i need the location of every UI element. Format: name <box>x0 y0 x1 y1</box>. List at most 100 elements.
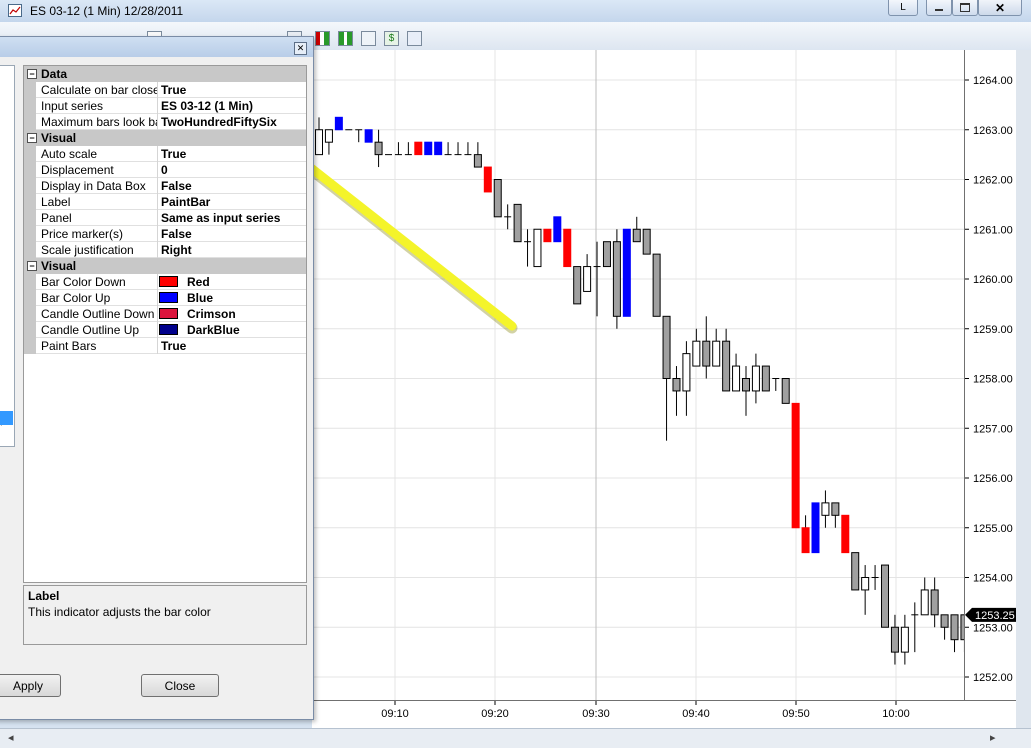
candle[interactable] <box>464 142 472 156</box>
candle[interactable] <box>801 515 810 554</box>
bar-style-icon[interactable] <box>338 31 353 46</box>
candle[interactable] <box>504 204 512 230</box>
candle[interactable] <box>751 353 760 404</box>
property-value[interactable]: Red <box>187 275 210 289</box>
candle[interactable] <box>920 577 929 616</box>
link-button[interactable]: L <box>888 0 918 16</box>
price-chart[interactable] <box>192 50 1008 700</box>
property-row[interactable]: Bar Color Down Red <box>24 274 306 290</box>
candle[interactable] <box>722 328 731 392</box>
candle[interactable] <box>890 614 899 665</box>
color-swatch[interactable] <box>159 324 178 335</box>
property-row[interactable]: Input series ES 03-12 (1 Min) <box>24 98 306 114</box>
candle[interactable] <box>741 366 750 416</box>
candle-style-icon[interactable] <box>315 31 330 46</box>
indicator-list[interactable]: ▾ <box>0 65 15 447</box>
candlestick-chart[interactable] <box>192 50 1008 700</box>
candle[interactable] <box>682 341 691 416</box>
candle[interactable] <box>573 266 582 305</box>
scroll-left-icon[interactable]: ◂ <box>8 731 14 744</box>
candle[interactable] <box>612 229 621 329</box>
candle[interactable] <box>483 166 492 193</box>
property-value[interactable]: Crimson <box>187 307 236 321</box>
candle[interactable] <box>424 141 433 156</box>
candle[interactable] <box>861 565 870 615</box>
candle[interactable] <box>672 366 681 416</box>
property-value[interactable]: DarkBlue <box>187 323 240 337</box>
candle[interactable] <box>772 378 780 391</box>
strategies-icon[interactable]: $ <box>384 31 399 46</box>
candle[interactable] <box>851 552 860 591</box>
candle[interactable] <box>821 490 830 528</box>
candle[interactable] <box>900 614 909 665</box>
maximize-button[interactable] <box>952 0 978 16</box>
candle[interactable] <box>414 141 423 156</box>
horizontal-scrollbar[interactable]: ◂ ▸ <box>0 728 1031 748</box>
selected-indicator[interactable] <box>0 411 13 425</box>
property-value[interactable]: True <box>161 339 186 353</box>
candle[interactable] <box>553 216 562 243</box>
property-value[interactable]: TwoHundredFiftySix <box>161 115 277 129</box>
candle[interactable] <box>334 116 343 131</box>
property-value[interactable]: True <box>161 83 186 97</box>
property-row[interactable]: Candle Outline Down Crimson <box>24 306 306 322</box>
property-value[interactable]: Blue <box>187 291 213 305</box>
candle[interactable] <box>632 216 641 243</box>
candle[interactable] <box>841 514 850 554</box>
candle[interactable] <box>642 228 651 255</box>
candle[interactable] <box>702 316 711 379</box>
candle[interactable] <box>404 142 412 156</box>
candle[interactable] <box>781 378 790 404</box>
candle[interactable] <box>324 129 333 155</box>
candle[interactable] <box>940 614 949 640</box>
dialog-close-button[interactable]: ✕ <box>294 42 307 55</box>
candle[interactable] <box>871 565 879 590</box>
candle[interactable] <box>374 129 383 168</box>
property-row[interactable]: Panel Same as input series <box>24 210 306 226</box>
color-swatch[interactable] <box>159 292 178 303</box>
property-row[interactable]: Bar Color Up Blue <box>24 290 306 306</box>
property-row[interactable]: Price marker(s) False <box>24 226 306 242</box>
color-swatch[interactable] <box>159 308 178 319</box>
close-window-button[interactable]: ✕ <box>978 0 1022 16</box>
property-value[interactable]: True <box>161 147 186 161</box>
candle[interactable] <box>473 142 482 168</box>
candle[interactable] <box>930 577 939 628</box>
candle[interactable] <box>732 353 741 392</box>
data-box-icon[interactable] <box>407 31 422 46</box>
property-value[interactable]: Same as input series <box>161 211 280 225</box>
candle[interactable] <box>831 502 840 528</box>
apply-button[interactable]: Apply <box>0 674 61 697</box>
candle[interactable] <box>493 179 502 218</box>
candle[interactable] <box>652 253 661 317</box>
property-row[interactable]: Displacement 0 <box>24 162 306 178</box>
property-value[interactable]: PaintBar <box>161 195 210 209</box>
candle[interactable] <box>315 117 323 156</box>
scroll-right-icon[interactable]: ▸ <box>990 731 996 744</box>
collapse-icon[interactable]: − <box>27 69 37 79</box>
collapse-icon[interactable]: − <box>27 261 37 271</box>
candle[interactable] <box>524 229 532 267</box>
right-scrollbar[interactable] <box>1016 50 1031 728</box>
candle[interactable] <box>434 141 443 156</box>
property-value[interactable]: 0 <box>161 163 168 177</box>
candle[interactable] <box>881 564 890 628</box>
property-row[interactable]: Display in Data Box False <box>24 178 306 194</box>
minimize-button[interactable] <box>926 0 952 16</box>
property-value[interactable]: False <box>161 179 192 193</box>
category-0[interactable]: − Data <box>24 66 306 82</box>
property-row[interactable]: Candle Outline Up DarkBlue <box>24 322 306 338</box>
property-row[interactable]: Calculate on bar close True <box>24 82 306 98</box>
candle[interactable] <box>761 365 770 392</box>
property-row[interactable]: Label PaintBar <box>24 194 306 210</box>
category-1[interactable]: − Visual <box>24 130 306 146</box>
candle[interactable] <box>602 241 611 268</box>
candle[interactable] <box>622 228 631 317</box>
collapse-icon[interactable]: − <box>27 133 37 143</box>
candle[interactable] <box>513 203 522 243</box>
candle[interactable] <box>811 502 820 554</box>
candle[interactable] <box>791 402 800 529</box>
property-row[interactable]: Paint Bars True <box>24 338 306 354</box>
property-value[interactable]: False <box>161 227 192 241</box>
color-swatch[interactable] <box>159 276 178 287</box>
